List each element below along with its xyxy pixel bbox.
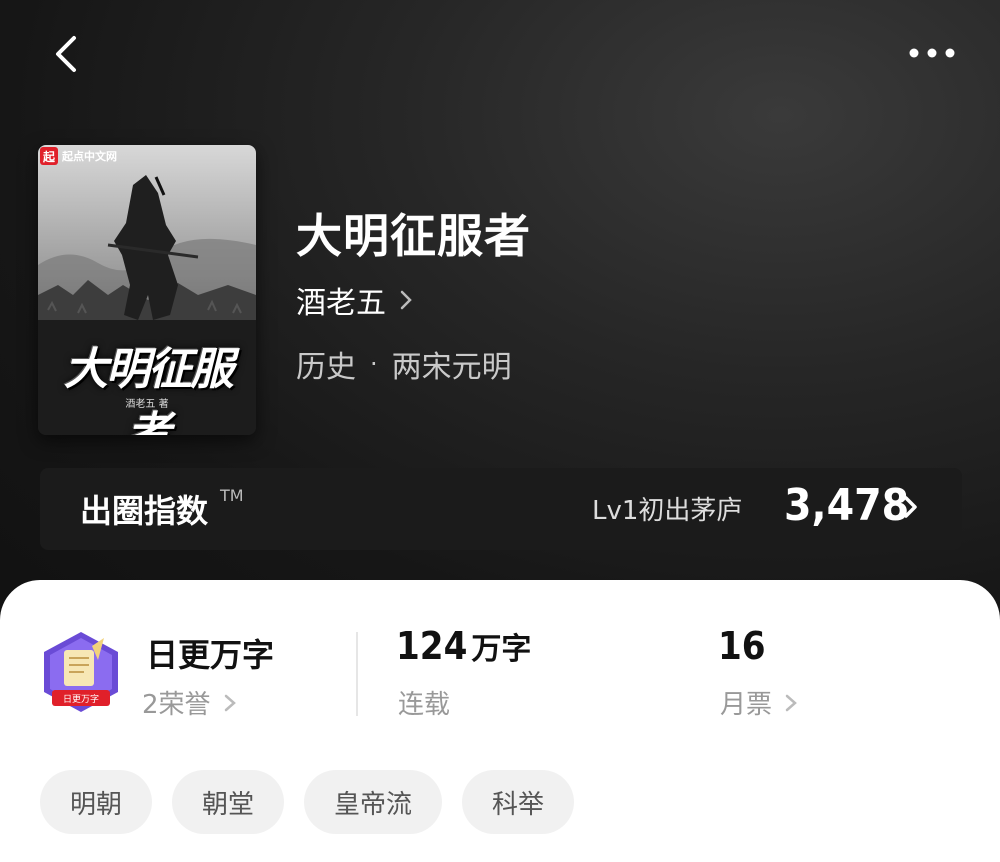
word-count-value: 124 [396,624,468,668]
book-title: 大明征服者 [296,209,531,263]
monthly-tickets: 16 [718,624,766,668]
publisher-logo: 起 起点中文网 [40,147,117,165]
subcategory-label: 两宋元明 [391,350,512,385]
stats-divider [356,632,358,716]
monthly-tickets-label: 月票 [720,690,773,720]
tag-chip[interactable]: 科举 [462,770,575,834]
honor-badge-icon[interactable]: 日更万字 [40,630,122,716]
book-header: 起 起点中文网 大明征服者 酒老五 著 大明征服者 酒老五 历史 · 两宋元明 … [0,0,1000,640]
tag-chip[interactable]: 明朝 [40,770,153,834]
trademark-mark: TM [220,486,244,505]
tag-list: 明朝 朝堂 皇帝流 科举 [40,770,575,834]
back-button[interactable] [48,32,88,76]
stats-sheet: 日更万字 日更万字 2荣誉 124 万字 连载 16 月票 明朝 朝堂 皇帝流 科… [0,580,1000,862]
serial-status: 连载 [398,690,451,720]
publisher-name: 起点中文网 [62,150,117,163]
index-level: Lv1初出茅庐 [592,496,743,526]
book-cover[interactable]: 起 起点中文网 大明征服者 酒老五 著 [38,145,256,435]
author-name: 酒老五 [296,286,386,321]
book-category: 历史 · 两宋元明 [296,342,512,386]
cover-title: 大明征服者 [64,344,234,435]
cover-author: 酒老五 著 [125,399,169,410]
index-score: 3,478 [784,480,910,531]
honor-title: 日更万字 [146,636,275,674]
more-button[interactable] [904,38,960,68]
chevron-right-icon [400,290,412,310]
chevron-right-icon [904,496,917,518]
popularity-index-bar[interactable]: 出圈指数 TM Lv1初出茅庐 3,478 [40,468,962,550]
chevron-right-icon [785,694,797,711]
author-link[interactable]: 酒老五 [296,278,414,322]
honor-link[interactable]: 2荣誉 [142,684,237,721]
chevron-left-icon [56,36,76,72]
qidian-logo-icon: 起 [40,147,58,165]
index-label: 出圈指数 [80,492,209,530]
monthly-tickets-link[interactable]: 月票 [720,684,798,721]
monthly-tickets-value: 16 [718,624,766,668]
honor-count: 2荣誉 [142,690,211,720]
tag-chip[interactable]: 朝堂 [172,770,285,834]
word-count: 124 万字 [396,624,531,668]
honor-badge-text: 日更万字 [63,693,99,705]
separator-dot: · [370,350,378,378]
tag-chip[interactable]: 皇帝流 [304,770,443,834]
chevron-right-icon [224,694,236,711]
more-dots-icon [909,48,955,58]
category-label: 历史 [296,350,356,385]
word-count-unit: 万字 [471,632,532,667]
